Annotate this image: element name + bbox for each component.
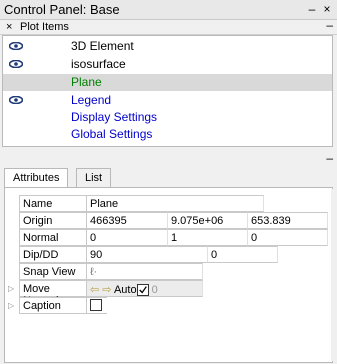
- minimize-icon[interactable]: –: [326, 151, 333, 165]
- attr-row-move-normal: Move Normal ⇦ ⇨ Auto 0: [19, 280, 203, 307]
- attr-row-origin: Origin 466395 9.075e+06 653.839: [19, 212, 329, 229]
- dd-field[interactable]: 0: [208, 246, 278, 263]
- plot-item-label: Global Settings: [71, 127, 153, 141]
- scrollbar[interactable]: [331, 189, 337, 361]
- plot-item-label: Legend: [71, 93, 112, 107]
- attr-row-snap-view: Snap View ℓ·: [19, 263, 203, 280]
- plot-item-legend[interactable]: Legend: [3, 92, 332, 109]
- move-arrows-icon[interactable]: ⇦ ⇨: [90, 284, 112, 296]
- attr-label: Snap View: [19, 263, 87, 280]
- auto-checkbox[interactable]: [136, 284, 149, 297]
- attr-row-name: Name Plane: [19, 195, 264, 212]
- minimize-icon[interactable]: –: [305, 1, 319, 17]
- attr-label: Normal: [19, 229, 87, 246]
- normal-x-field[interactable]: 0: [87, 229, 168, 246]
- attributes-panel: Name Plane Origin 466395 9.075e+06 653.8…: [4, 187, 333, 363]
- plot-item-label: Plane: [71, 75, 102, 89]
- dip-field[interactable]: 90: [87, 246, 208, 263]
- attr-row-dipdd: Dip/DD 90 0: [19, 246, 278, 263]
- auto-value: 0: [151, 284, 158, 296]
- plot-item-plane[interactable]: Plane: [3, 74, 332, 91]
- window-title: Control Panel: Base: [4, 2, 120, 17]
- plot-items-list: 3D Element isosurface Plane Legend Displ…: [2, 35, 333, 147]
- move-normal-control: ⇦ ⇨ Auto 0: [87, 280, 203, 297]
- eye-icon[interactable]: [9, 96, 23, 104]
- plot-items-title: Plot Items: [20, 21, 69, 33]
- lower-panel-header: –: [0, 151, 337, 166]
- eye-icon[interactable]: [9, 42, 23, 50]
- expand-arrow-icon[interactable]: ▷: [8, 284, 14, 293]
- attr-label: Dip/DD: [19, 246, 87, 263]
- plot-item-3d-element[interactable]: 3D Element: [3, 38, 332, 55]
- plot-item-label: isosurface: [71, 57, 126, 71]
- attr-label: Move Normal: [19, 280, 87, 307]
- checkmark-icon: [138, 286, 147, 294]
- eye-icon[interactable]: [9, 60, 23, 68]
- plot-item-label: Display Settings: [71, 110, 158, 124]
- attr-label: Caption: [19, 297, 87, 314]
- window-titlebar: Control Panel: Base – ×: [0, 0, 337, 20]
- tab-list[interactable]: List: [76, 168, 112, 187]
- tab-attributes[interactable]: Attributes: [4, 168, 69, 188]
- minimize-icon[interactable]: –: [326, 19, 333, 32]
- attr-row-caption: Caption: [19, 297, 109, 314]
- close-icon[interactable]: ×: [6, 21, 12, 34]
- expand-arrow-icon[interactable]: ▷: [8, 301, 14, 310]
- plot-items-header: × Plot Items –: [0, 19, 337, 35]
- plot-item-isosurface[interactable]: isosurface: [3, 56, 332, 73]
- snap-view-control[interactable]: ℓ·: [87, 263, 203, 280]
- normal-z-field[interactable]: 0: [248, 229, 328, 246]
- attr-row-normal: Normal 0 1 0: [19, 229, 329, 246]
- attr-label: Origin: [19, 212, 87, 229]
- caption-control: [87, 297, 107, 314]
- normal-y-field[interactable]: 1: [168, 229, 248, 246]
- origin-x-field[interactable]: 466395: [87, 212, 168, 229]
- auto-label: Auto: [113, 284, 137, 296]
- plot-item-label: 3D Element: [71, 39, 134, 53]
- name-field[interactable]: Plane: [87, 195, 264, 212]
- origin-z-field[interactable]: 653.839: [248, 212, 328, 229]
- attr-label: Name: [19, 195, 87, 212]
- plot-item-global-settings[interactable]: Global Settings: [3, 126, 332, 143]
- plot-item-display-settings[interactable]: Display Settings: [3, 109, 332, 126]
- close-icon[interactable]: ×: [320, 1, 334, 17]
- caption-checkbox[interactable]: [90, 299, 102, 312]
- origin-y-field[interactable]: 9.075e+06: [168, 212, 248, 229]
